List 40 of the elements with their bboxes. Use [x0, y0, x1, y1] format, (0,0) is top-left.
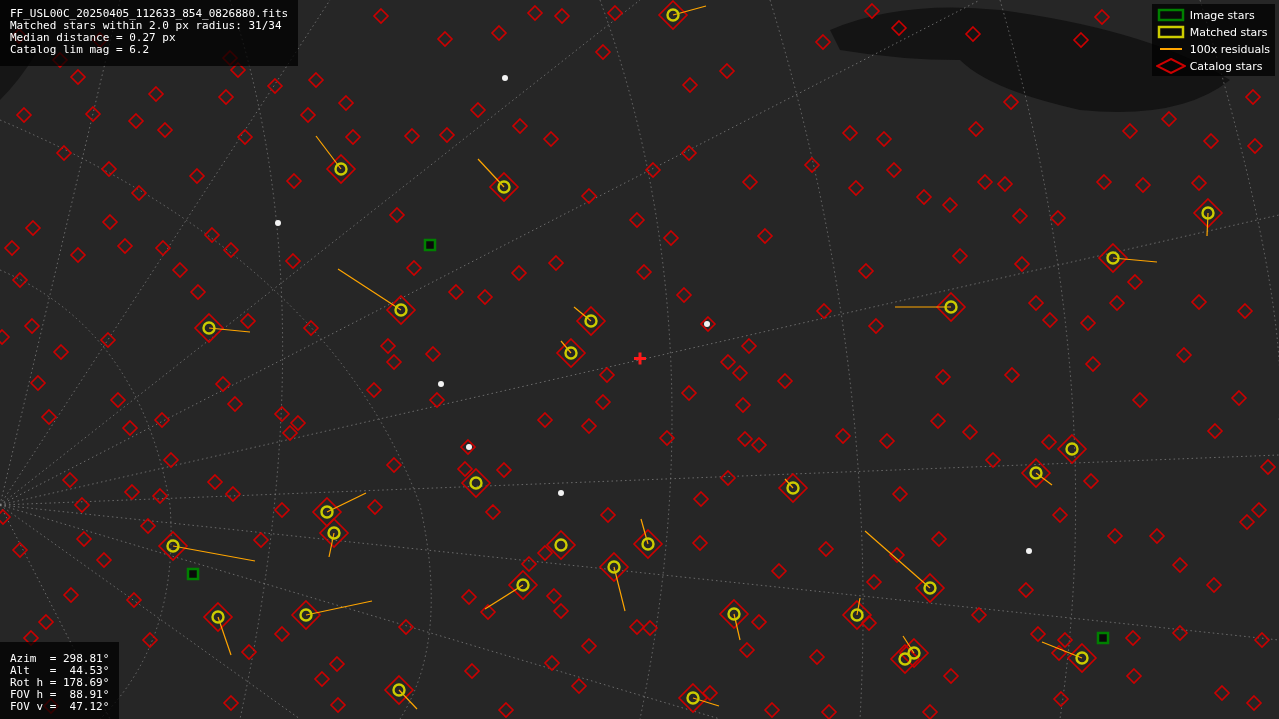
residual-line — [1035, 472, 1053, 486]
pointing-text: Rot h = 178.69° — [10, 677, 110, 689]
residual-line — [692, 697, 720, 707]
residual-line — [613, 566, 626, 612]
residual-line — [326, 492, 367, 513]
info-text: Median distance = 0.27 px — [10, 32, 177, 44]
info-text: Matched stars within 2.0 px radius: 31/34 — [10, 20, 282, 32]
legend-label: Catalog stars — [1189, 59, 1263, 73]
residual-line — [640, 518, 649, 545]
pointing-text: Azim = 298.81° — [10, 653, 110, 665]
residual-line — [484, 584, 524, 610]
residual-line — [902, 635, 915, 654]
residual-line — [315, 135, 342, 170]
residual-line — [784, 478, 794, 489]
pointing-text: Alt = 44.53° — [10, 665, 110, 677]
residual-line — [217, 616, 232, 656]
residual-line — [208, 327, 251, 333]
residual-line — [1041, 641, 1083, 659]
legend-label: Matched stars — [1189, 25, 1268, 39]
residual-line — [337, 268, 402, 311]
residual-line — [894, 306, 952, 308]
center-cross-icon — [634, 352, 646, 365]
residual-line — [1206, 212, 1209, 237]
pointing-text: FOV v = 47.12° — [10, 701, 110, 713]
info-text: FF_USL00C_20250405_112633_854_0826880.fits — [10, 8, 289, 20]
residual-line — [573, 306, 592, 322]
legend-label: Image stars — [1189, 8, 1255, 22]
info-text: Catalog lim mag = 6.2 — [10, 44, 151, 56]
residual-line — [560, 340, 572, 354]
residual-line — [1112, 257, 1158, 263]
residual-line — [305, 600, 373, 616]
legend-label: 100x residuals — [1189, 42, 1270, 56]
residual-line — [477, 158, 505, 188]
residual-line — [856, 597, 861, 616]
residual-line — [328, 532, 335, 558]
residual-line — [672, 5, 707, 16]
residual-line — [398, 689, 418, 710]
residual-line — [733, 613, 741, 641]
pointing-text: FOV h = 88.91° — [10, 689, 110, 701]
residual-line — [864, 530, 931, 589]
